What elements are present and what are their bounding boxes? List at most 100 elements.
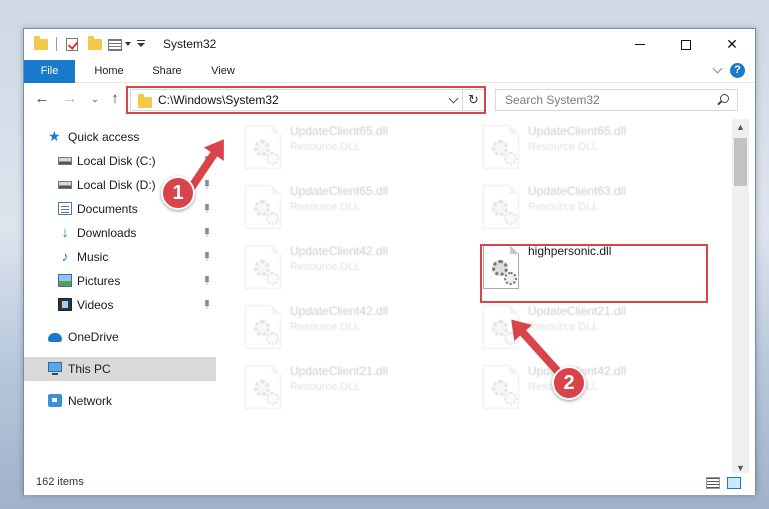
- title-separator: [56, 37, 57, 51]
- vertical-scrollbar[interactable]: ▲ ▼: [732, 119, 749, 477]
- file-name: UpdateClient65.dll: [290, 124, 389, 138]
- pin-icon: [204, 300, 210, 309]
- sidebar-item-label: Music: [77, 250, 109, 264]
- scroll-thumb[interactable]: [734, 138, 747, 186]
- dll-file-icon: [483, 185, 519, 229]
- sidebar-item-pictures[interactable]: Pictures: [24, 269, 216, 293]
- details-view-icon[interactable]: [706, 477, 720, 489]
- file-type: Resource DLL: [528, 201, 599, 213]
- file-name: UpdateClient65.dll: [290, 184, 389, 198]
- sidebar-item-label: This PC: [68, 362, 111, 376]
- file-item[interactable]: UpdateClient63.dll Resource DLL: [469, 179, 699, 235]
- file-name: UpdateClient42.dll: [290, 304, 389, 318]
- navigation-pane: ★ Quick access Local Disk (C:) Local Dis…: [24, 119, 216, 469]
- file-item[interactable]: UpdateClient21.dll Resource DLL: [231, 359, 461, 415]
- address-row: ← → ⌄ ↑ C:\Windows\System32 ↻ Search Sys…: [24, 84, 755, 116]
- up-button[interactable]: ↑: [106, 90, 124, 108]
- file-highlight-box: [480, 244, 708, 303]
- step-2-badge: 2: [552, 366, 586, 400]
- file-name: UpdateClient21.dll: [290, 364, 389, 378]
- sidebar-item-this-pc[interactable]: This PC: [24, 357, 216, 381]
- file-name: UpdateClient65.dll: [528, 124, 627, 138]
- star-icon: ★: [48, 128, 61, 144]
- file-type: Resource DLL: [528, 141, 599, 153]
- address-highlight-box: [126, 86, 486, 114]
- sidebar-item-network[interactable]: Network: [24, 389, 216, 413]
- sidebar-item-label: Network: [68, 394, 113, 408]
- sidebar-item-label: Local Disk (D:): [77, 178, 156, 192]
- dll-file-icon: [245, 365, 281, 409]
- sidebar-item-local-disk-c[interactable]: Local Disk (C:): [24, 149, 216, 173]
- up-arrow-icon: ↑: [111, 90, 119, 107]
- pin-icon: [204, 276, 210, 285]
- sidebar-item-quick-access[interactable]: ★ Quick access: [24, 125, 216, 149]
- item-count: 162 items: [36, 476, 84, 488]
- tab-home[interactable]: Home: [84, 60, 134, 83]
- pin-icon: [204, 252, 210, 261]
- drive-icon: [58, 157, 72, 165]
- file-type: Resource DLL: [290, 321, 361, 333]
- chevron-down-icon: ⌄: [91, 94, 99, 104]
- tab-file[interactable]: File: [24, 60, 75, 83]
- explorer-window: System32 ✕ File Home Share View ? ← → ⌄ …: [23, 28, 756, 495]
- file-type: Resource DLL: [528, 321, 599, 333]
- tab-share[interactable]: Share: [142, 60, 192, 83]
- sidebar-item-label: Documents: [77, 202, 138, 216]
- search-placeholder: Search System32: [505, 93, 600, 107]
- pin-icon: [204, 180, 210, 189]
- documents-icon: [58, 202, 72, 215]
- dll-file-icon: [483, 125, 519, 169]
- minimize-button[interactable]: [617, 29, 663, 60]
- sidebar-item-label: Downloads: [77, 226, 137, 240]
- file-item[interactable]: UpdateClient42.dll Resource DLL: [231, 299, 461, 355]
- status-bar: 162 items: [24, 473, 755, 495]
- file-item[interactable]: UpdateClient42.dll Resource DLL: [231, 239, 461, 295]
- sidebar-item-label: OneDrive: [68, 330, 119, 344]
- file-name: UpdateClient21.dll: [528, 304, 627, 318]
- expand-ribbon-chevron-icon[interactable]: [712, 63, 723, 74]
- dll-file-icon: [245, 125, 281, 169]
- large-icons-view-icon[interactable]: [727, 477, 741, 489]
- search-icon[interactable]: [720, 94, 729, 103]
- dll-file-icon: [245, 305, 281, 349]
- file-item[interactable]: UpdateClient65.dll Resource DLL: [231, 119, 461, 175]
- file-name: UpdateClient42.dll: [290, 244, 389, 258]
- sidebar-item-label: Local Disk (C:): [77, 154, 156, 168]
- file-item[interactable]: UpdateClient65.dll Resource DLL: [469, 119, 699, 175]
- recent-locations-button[interactable]: ⌄: [86, 90, 104, 108]
- maximize-button[interactable]: [663, 29, 709, 60]
- music-icon: ♪: [61, 248, 69, 264]
- download-icon: ↓: [61, 224, 69, 241]
- back-arrow-icon: ←: [34, 90, 50, 107]
- sidebar-item-downloads[interactable]: ↓ Downloads: [24, 221, 216, 245]
- videos-icon: [58, 298, 72, 311]
- back-button[interactable]: ←: [33, 90, 51, 108]
- forward-button[interactable]: →: [61, 90, 79, 108]
- window-title: System32: [163, 37, 217, 51]
- dll-file-icon: [245, 185, 281, 229]
- file-type: Resource DLL: [290, 381, 361, 393]
- computer-icon: [48, 362, 62, 375]
- close-icon: ✕: [726, 36, 738, 52]
- forward-arrow-icon: →: [62, 90, 78, 107]
- scroll-up-icon[interactable]: ▲: [732, 119, 749, 136]
- file-type: Resource DLL: [290, 201, 361, 213]
- title-bar: System32 ✕: [24, 29, 755, 60]
- file-name: UpdateClient63.dll: [528, 184, 627, 198]
- sidebar-item-label: Pictures: [77, 274, 121, 288]
- sidebar-item-videos[interactable]: Videos: [24, 293, 216, 317]
- dll-file-icon: [483, 365, 519, 409]
- sidebar-item-onedrive[interactable]: OneDrive: [24, 325, 216, 349]
- close-button[interactable]: ✕: [709, 29, 755, 60]
- search-input[interactable]: Search System32: [495, 89, 738, 111]
- help-icon[interactable]: ?: [730, 63, 745, 78]
- step-1-badge: 1: [161, 176, 195, 210]
- file-item[interactable]: UpdateClient65.dll Resource DLL: [231, 179, 461, 235]
- tab-view[interactable]: View: [198, 60, 248, 83]
- pin-icon: [204, 228, 210, 237]
- sidebar-item-label: Videos: [77, 298, 114, 312]
- drive-icon: [58, 181, 72, 189]
- file-type: Resource DLL: [290, 261, 361, 273]
- pictures-icon: [58, 274, 72, 287]
- sidebar-item-music[interactable]: ♪ Music: [24, 245, 216, 269]
